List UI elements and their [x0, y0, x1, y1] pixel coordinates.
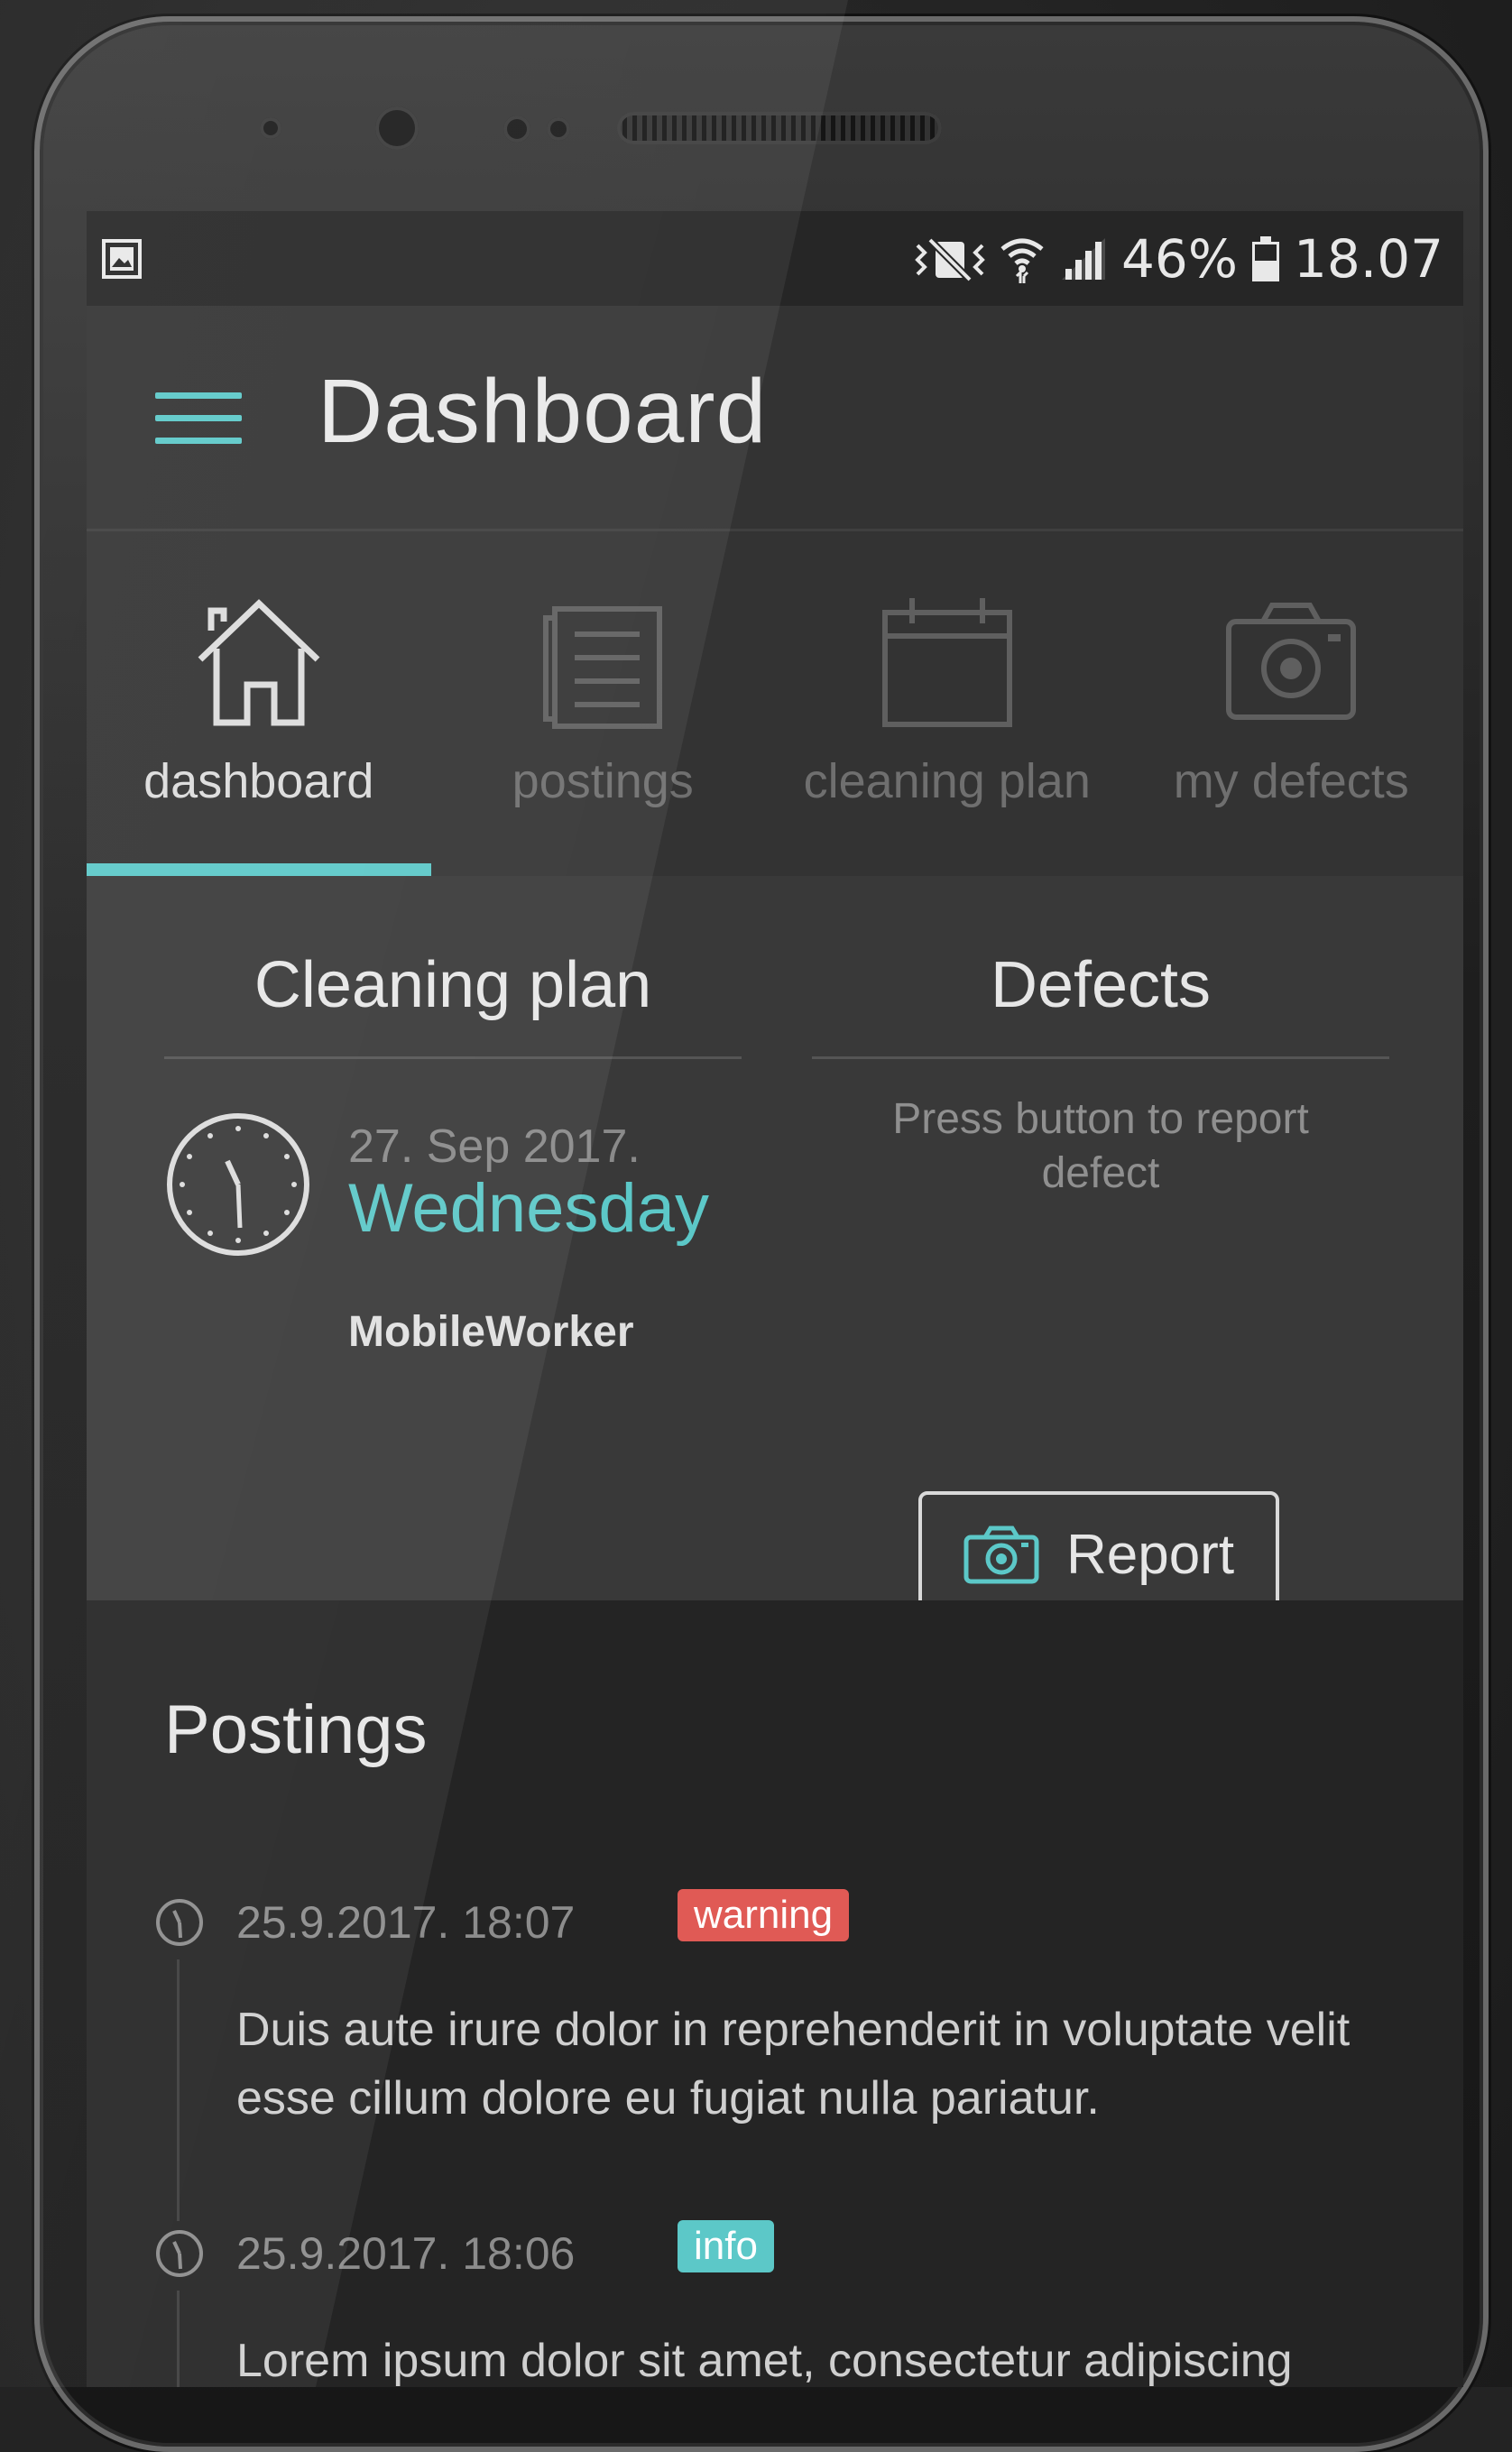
cleaning-date: 27. Sep 2017.: [348, 1120, 641, 1173]
proximity-sensor: [260, 117, 281, 139]
calendar-icon: [881, 598, 1012, 727]
cleaning-weekday: Wednesday: [348, 1170, 709, 1247]
active-tab-indicator: [87, 863, 431, 876]
timeline-line: [177, 2291, 180, 2387]
report-button-label: Report: [1065, 1523, 1235, 1586]
camera-icon: [963, 1526, 1039, 1584]
tab-label: cleaning plan: [803, 754, 1091, 808]
cleaning-plan-title: Cleaning plan: [254, 949, 652, 1021]
clock: 18.07: [1293, 228, 1443, 290]
tab-my-defects[interactable]: my defects: [1120, 531, 1464, 876]
divider: [812, 1056, 1389, 1059]
tab-bar: dashboard postings cleaning plan my defe…: [87, 531, 1463, 876]
home-icon: [198, 599, 320, 726]
postings-section: Postings 25.9.2017. 18:07 warning Duis a…: [87, 1600, 1463, 2387]
postings-title: Postings: [164, 1692, 428, 1768]
light-sensor-2: [547, 117, 570, 141]
hamburger-menu-icon[interactable]: [155, 392, 242, 445]
posting-text: Duis aute irure dolor in reprehenderit i…: [236, 2004, 1351, 2125]
clock-icon: [156, 2230, 203, 2277]
phone-screen: 46% 18.07 Dashboard dashboard postings c…: [87, 211, 1463, 2387]
timeline-line: [177, 1959, 180, 2221]
app-bar: Dashboard: [87, 306, 1463, 531]
clock-icon: [156, 1899, 203, 1946]
posting-time: 25.9.2017. 18:06: [236, 2228, 576, 2279]
posting-item[interactable]: 25.9.2017. 18:06 info Lorem ipsum dolor …: [156, 2220, 1422, 2387]
posting-item[interactable]: 25.9.2017. 18:07 warning Duis aute irure…: [156, 1889, 1422, 2230]
wifi-icon: [1000, 238, 1044, 283]
report-button[interactable]: Report: [918, 1491, 1279, 1618]
earpiece-speaker: [617, 112, 942, 144]
battery-icon: [1251, 236, 1279, 281]
camera-icon: [1226, 603, 1357, 720]
image-notification-icon: [102, 239, 142, 279]
front-camera: [375, 106, 419, 150]
clock-icon: [167, 1113, 309, 1256]
signal-icon: [1062, 238, 1106, 280]
page-title: Dashboard: [318, 361, 768, 462]
vibrate-mute-icon: [915, 237, 985, 282]
divider: [164, 1056, 742, 1059]
tab-label: dashboard: [143, 754, 374, 808]
warning-badge: warning: [678, 1889, 850, 1941]
tab-postings[interactable]: postings: [431, 531, 776, 876]
status-icons: 46% 18.07: [914, 227, 1443, 290]
posting-text: Lorem ipsum dolor sit amet, consectetur …: [236, 2335, 1293, 2387]
worker-name: MobileWorker: [348, 1308, 634, 1356]
tab-label: my defects: [1173, 754, 1409, 808]
document-icon: [543, 606, 663, 729]
defect-hint: Press button to report defect: [892, 1095, 1309, 1197]
tab-label: postings: [512, 754, 694, 808]
tab-cleaning-plan[interactable]: cleaning plan: [775, 531, 1120, 876]
info-badge: info: [678, 2220, 774, 2272]
phone-top-bezel: [40, 22, 1483, 229]
light-sensor: [503, 115, 530, 143]
defects-title: Defects: [990, 949, 1212, 1021]
tab-dashboard[interactable]: dashboard: [87, 531, 431, 876]
status-bar: 46% 18.07: [87, 211, 1463, 306]
battery-percentage: 46%: [1121, 228, 1238, 290]
summary-cards: Cleaning plan 27. Sep 2017. Wednesday Mo…: [87, 876, 1463, 1618]
posting-time: 25.9.2017. 18:07: [236, 1897, 576, 1948]
